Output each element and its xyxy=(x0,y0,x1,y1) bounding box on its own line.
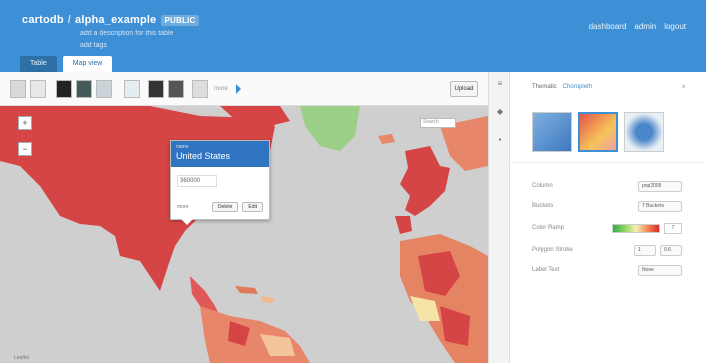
map-attribution[interactable]: Leaflet xyxy=(14,355,29,361)
tab-choropleth[interactable]: Choropleth xyxy=(563,84,592,90)
popup-edit-button[interactable]: Edit xyxy=(242,202,263,212)
viz-tile-bubble[interactable] xyxy=(624,112,664,152)
zoom-out-button[interactable]: − xyxy=(18,142,32,156)
table-name[interactable]: alpha_example xyxy=(75,14,156,26)
popup-delete-button[interactable]: Delete xyxy=(211,202,239,212)
style-icon[interactable]: ◆ xyxy=(496,108,504,116)
sql-icon[interactable]: ≡ xyxy=(496,80,504,88)
column-select[interactable]: pop2005 xyxy=(638,180,682,192)
popup-value: 360000 xyxy=(177,175,217,187)
tab-map-view[interactable]: Map view xyxy=(62,56,113,72)
stroke-opacity-input[interactable]: 0.6 xyxy=(660,244,682,256)
basemap-bar: more Upload xyxy=(0,72,488,106)
map-canvas[interactable]: + − Search Leaflet name United States 36… xyxy=(0,106,488,363)
popup-more-link[interactable]: more xyxy=(177,204,188,210)
popup-tail xyxy=(181,219,193,225)
popup-header: name United States xyxy=(171,141,269,167)
popup-title: United States xyxy=(176,151,231,161)
popup-field-label: name xyxy=(176,144,189,150)
tab-thematic[interactable]: Thematic xyxy=(532,84,557,90)
color-ramp-count[interactable]: 7 xyxy=(664,222,682,234)
basemap-thumb[interactable] xyxy=(168,80,184,98)
row-color-ramp-label: Color Ramp xyxy=(532,225,565,231)
basemap-thumb[interactable] xyxy=(124,80,140,98)
zoom-control: + − xyxy=(18,116,32,168)
row-column-label: Column xyxy=(532,183,553,189)
tab-table[interactable]: Table xyxy=(20,56,57,72)
infowindow-icon[interactable]: ▪ xyxy=(496,136,504,144)
row-polygon-stroke: Polygon Stroke 1 0.6 xyxy=(532,244,682,256)
nav-dashboard[interactable]: dashboard xyxy=(589,22,627,31)
basemap-thumb[interactable] xyxy=(76,80,92,98)
row-label-text-label: Label Text xyxy=(532,267,560,273)
row-buckets-label: Buckets xyxy=(532,203,554,209)
basemap-thumb[interactable] xyxy=(10,80,26,98)
header: cartodb / alpha_example PUBLIC add a des… xyxy=(0,0,706,72)
nav-admin[interactable]: admin xyxy=(634,22,656,31)
map-search-input[interactable]: Search xyxy=(420,118,456,128)
more-basemaps-label[interactable]: more xyxy=(214,86,228,92)
viz-tile-choropleth[interactable] xyxy=(578,112,618,152)
basemap-thumb[interactable] xyxy=(192,80,208,98)
app-root: cartodb / alpha_example PUBLIC add a des… xyxy=(0,0,706,363)
basemap-thumb[interactable] xyxy=(96,80,112,98)
nav-logout[interactable]: logout xyxy=(664,22,686,31)
popup-footer: more Delete Edit xyxy=(177,202,263,212)
privacy-badge[interactable]: PUBLIC xyxy=(160,14,200,26)
feature-popup: name United States 360000 more Delete Ed… xyxy=(170,140,270,225)
row-label-text: Label Text None xyxy=(532,264,682,276)
close-icon[interactable]: × xyxy=(681,82,686,91)
basemap-thumb[interactable] xyxy=(56,80,72,98)
title-separator: / xyxy=(67,14,72,26)
table-description[interactable]: add a description for this table xyxy=(80,30,173,37)
user-link[interactable]: cartodb xyxy=(22,14,64,26)
viz-tile-simple[interactable] xyxy=(532,112,572,152)
zoom-in-button[interactable]: + xyxy=(18,116,32,130)
view-tabs: Table Map view xyxy=(20,56,113,72)
row-buckets: Buckets 7 Buckets xyxy=(532,200,682,212)
color-ramp-swatch[interactable] xyxy=(612,223,660,233)
panel-tabs: Thematic Choropleth xyxy=(532,84,592,90)
upload-button[interactable]: Upload xyxy=(450,81,478,97)
buckets-select[interactable]: 7 Buckets xyxy=(638,200,682,212)
tags-link[interactable]: add tags xyxy=(80,42,107,49)
row-polygon-stroke-label: Polygon Stroke xyxy=(532,247,573,253)
stroke-controls: 1 0.6 xyxy=(634,244,682,256)
panel-divider xyxy=(510,162,706,163)
vertical-toolbar: ≡ ◆ ▪ xyxy=(488,72,510,363)
color-ramp-control: 7 xyxy=(612,222,682,234)
brand-title: cartodb / alpha_example PUBLIC xyxy=(22,14,200,26)
top-nav: dashboard admin logout xyxy=(589,22,686,31)
row-column: Column pop2005 xyxy=(532,180,682,192)
stroke-width-input[interactable]: 1 xyxy=(634,244,656,256)
next-arrow-icon[interactable] xyxy=(236,84,241,94)
style-panel: Thematic Choropleth × Column pop2005 Buc… xyxy=(510,72,706,363)
basemap-thumb[interactable] xyxy=(30,80,46,98)
label-text-select[interactable]: None xyxy=(638,264,682,276)
basemap-thumb[interactable] xyxy=(148,80,164,98)
visualization-tiles xyxy=(532,112,664,152)
row-color-ramp: Color Ramp 7 xyxy=(532,222,682,234)
